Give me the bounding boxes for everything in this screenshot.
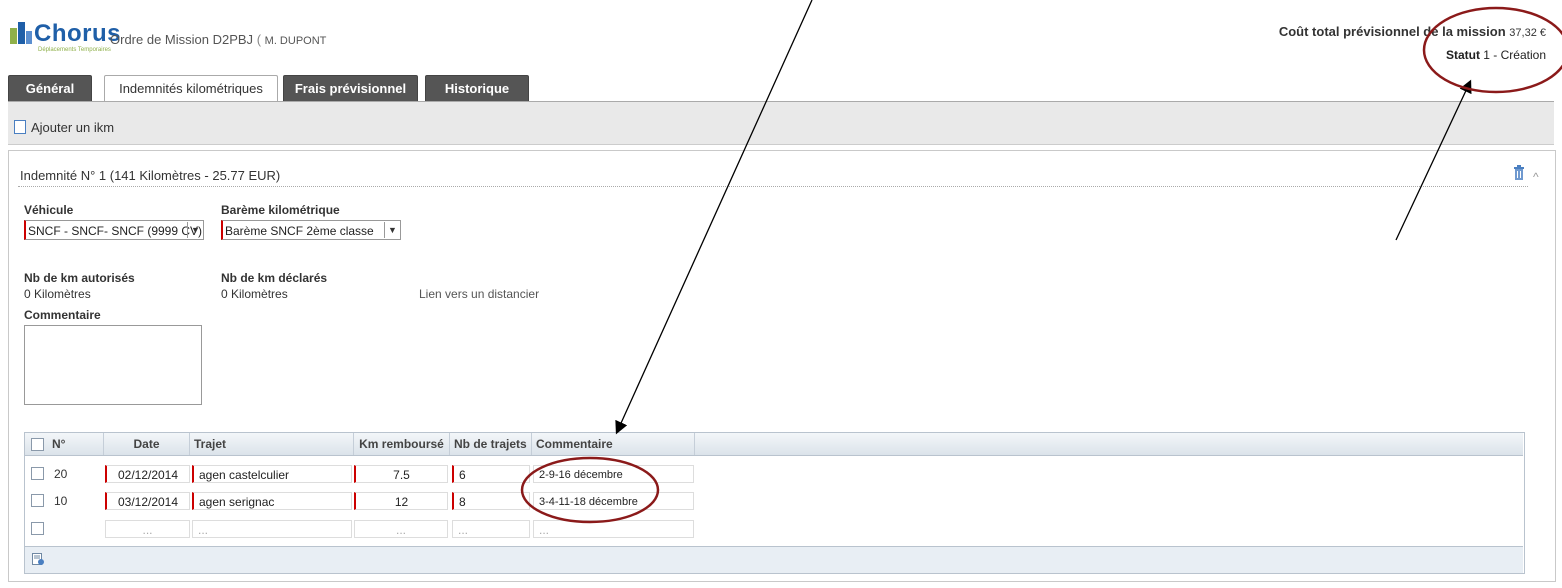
- annotation-arrow: [1395, 79, 1472, 241]
- annotation-circle-status: [1422, 6, 1562, 94]
- annotation-circle-comments: [520, 456, 660, 524]
- annotation-arrow: [615, 0, 813, 435]
- annotation-overlay: [520, 0, 1562, 524]
